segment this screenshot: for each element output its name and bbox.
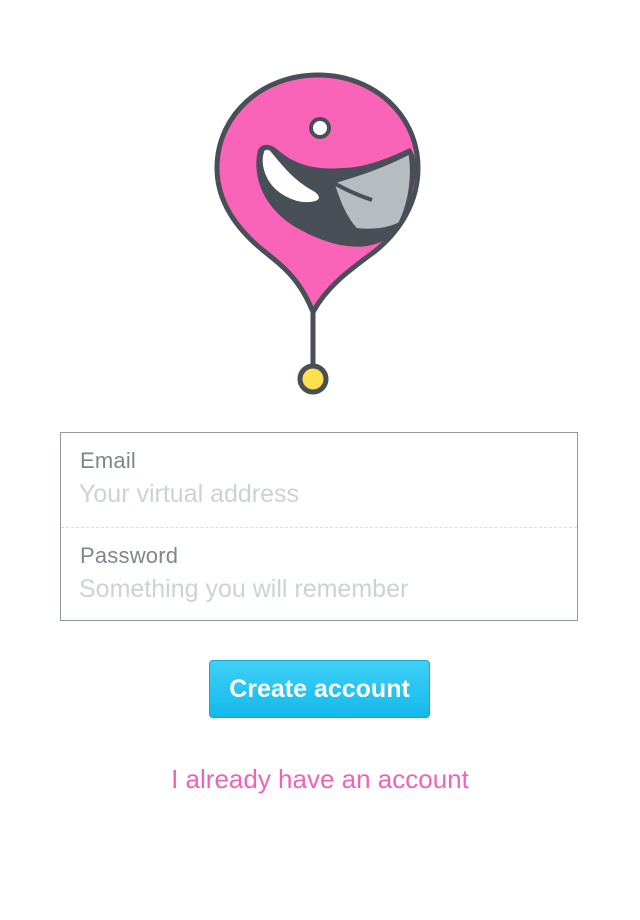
- password-label: Password: [80, 543, 179, 568]
- password-field-group: Password: [61, 528, 577, 622]
- signup-form: Email Password: [60, 432, 578, 621]
- email-input[interactable]: [79, 477, 549, 511]
- email-label: Email: [80, 448, 137, 473]
- flamingo-pin-icon: [214, 72, 421, 395]
- email-field-group: Email: [61, 433, 577, 528]
- password-input[interactable]: [79, 572, 549, 606]
- create-account-button[interactable]: Create account: [209, 660, 430, 718]
- logo: [0, 0, 640, 420]
- already-have-account-link[interactable]: I already have an account: [0, 764, 640, 795]
